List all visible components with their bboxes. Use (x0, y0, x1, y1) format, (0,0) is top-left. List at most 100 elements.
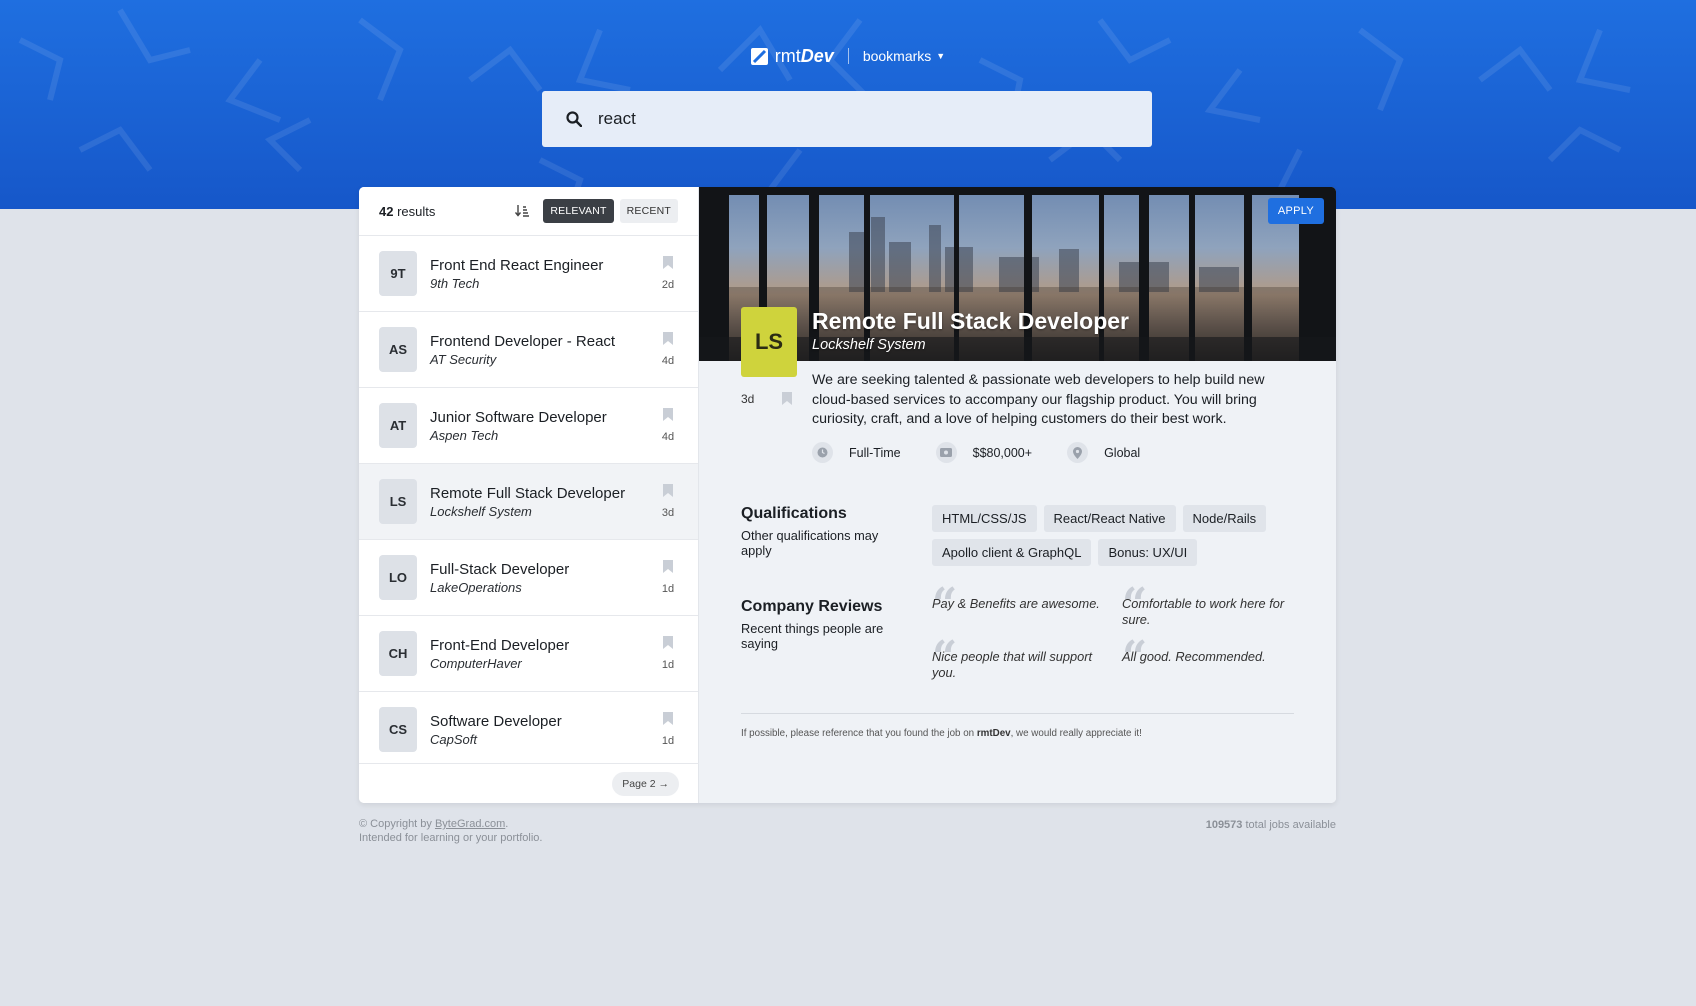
bookmark-icon[interactable] (663, 408, 673, 421)
qualification-tag: HTML/CSS/JS (932, 505, 1037, 532)
job-list-item[interactable]: LO Full-Stack Developer LakeOperations 1… (359, 539, 698, 615)
job-company: AT Security (430, 351, 497, 367)
job-meta: 1d (658, 712, 678, 747)
qualifications-section: Qualifications Other qualifications may … (741, 505, 906, 558)
bytegrad-link[interactable]: ByteGrad.com (435, 818, 505, 830)
qualification-tag: React/React Native (1043, 505, 1176, 532)
search-bar (542, 91, 1152, 147)
job-description: We are seeking talented & passionate web… (812, 372, 1265, 427)
reviews-section: Company Reviews Recent things people are… (741, 598, 906, 651)
job-list-item[interactable]: CS Software Developer CapSoft 1d (359, 691, 698, 767)
job-duration-text: Full-Time (849, 445, 901, 460)
job-company: ComputerHaver (430, 655, 522, 671)
job-location: Global (1067, 442, 1140, 463)
clock-icon (812, 442, 833, 463)
search-icon (566, 111, 582, 127)
total-jobs-count: 109573 (1205, 819, 1243, 831)
job-meta: 4d (658, 332, 678, 367)
job-title: Remote Full Stack Developer (430, 484, 626, 502)
footnote-post: , we would really appreciate it! (1010, 728, 1142, 739)
job-company: CapSoft (430, 731, 477, 747)
job-age: 1d (661, 659, 675, 671)
job-age: 3d (661, 507, 675, 519)
qualification-tag: Apollo client & GraphQL (932, 539, 1092, 566)
job-info: Software Developer CapSoft (430, 713, 645, 747)
job-list: 9T Front End React Engineer 9th Tech 2d … (359, 235, 698, 767)
sidebar-top: 42 results RELEVANT RECENT (359, 187, 698, 235)
bookmark-icon[interactable] (663, 256, 673, 269)
logo-text-bold: Dev (800, 45, 834, 66)
logo[interactable]: rmt Dev (750, 45, 834, 67)
job-age: 1d (661, 735, 675, 747)
job-salary: $$80,000+ (935, 442, 1033, 463)
qualifications-title: Qualifications (741, 505, 847, 522)
bookmarks-label: bookmarks (862, 48, 932, 64)
job-meta-row: Full-Time $$80,000+ Global (812, 442, 1140, 463)
bookmark-icon[interactable] (663, 484, 673, 497)
pagination: Page 2 → (359, 763, 699, 803)
job-meta: 2d (658, 256, 678, 291)
job-info: Remote Full Stack Developer Lockshelf Sy… (430, 485, 645, 519)
job-detail-age: 3d (741, 392, 755, 406)
main-card: 42 results RELEVANT RECENT 9T Front End … (359, 187, 1336, 803)
logo-text-light: rmt (774, 45, 801, 66)
copyright-post: . (505, 818, 509, 830)
bookmark-icon[interactable] (663, 636, 673, 649)
job-badge: LS (379, 479, 417, 524)
bookmark-icon[interactable] (663, 332, 673, 345)
review-list: “ Pay & Benefits are awesome. “ Comforta… (932, 583, 1302, 681)
job-meta: 1d (658, 560, 678, 595)
job-meta: 4d (658, 408, 678, 443)
search-input[interactable] (598, 109, 1118, 129)
apply-button[interactable]: APPLY (1267, 198, 1324, 224)
qualifications-subtitle: Other qualifications may apply (741, 528, 879, 558)
job-title: Front-End Developer (430, 636, 570, 654)
results-count: 42 results (379, 204, 435, 219)
job-salary-text: $$80,000+ (972, 445, 1033, 460)
sort-relevant-button[interactable]: RELEVANT (543, 199, 614, 223)
footer-copyright: © Copyright by ByteGrad.com. Intended fo… (359, 817, 542, 845)
money-icon (935, 442, 957, 463)
job-title: Software Developer (430, 712, 562, 730)
detail-divider (741, 713, 1294, 714)
next-page-button[interactable]: Page 2 → (612, 771, 679, 796)
job-info: Full-Stack Developer LakeOperations (430, 561, 645, 595)
bookmarks-button[interactable]: bookmarks ▼ (863, 48, 945, 64)
review-item: “ Nice people that will support you. (932, 636, 1102, 681)
job-list-item-active[interactable]: LS Remote Full Stack Developer Lockshelf… (359, 463, 698, 539)
bookmark-icon[interactable] (663, 560, 673, 573)
footer-total-jobs: 109573 total jobs available (1206, 819, 1336, 831)
job-list-item[interactable]: CH Front-End Developer ComputerHaver 1d (359, 615, 698, 691)
job-age: 4d (661, 355, 675, 367)
location-pin-icon (1067, 442, 1089, 463)
job-detail: APPLY LS Remote Full Stack Developer Loc… (699, 187, 1336, 803)
total-jobs-label: total jobs available (1245, 819, 1336, 831)
job-list-item[interactable]: AS Frontend Developer - React AT Securit… (359, 311, 698, 387)
job-list-item[interactable]: AT Junior Software Developer Aspen Tech … (359, 387, 698, 463)
qualification-tag: Bonus: UX/UI (1098, 539, 1198, 566)
header: rmt Dev bookmarks ▼ (0, 42, 1696, 70)
results-label: results (397, 203, 436, 219)
job-meta: 1d (658, 636, 678, 671)
review-item: “ Pay & Benefits are awesome. (932, 583, 1102, 628)
logo-mark-icon (750, 47, 768, 65)
bookmark-icon[interactable] (782, 392, 792, 405)
job-badge: AS (379, 327, 417, 372)
footnote-pre: If possible, please reference that you f… (741, 728, 977, 739)
job-age: 1d (661, 583, 675, 595)
sort-controls: RELEVANT RECENT (513, 199, 678, 223)
job-location-text: Global (1104, 445, 1141, 460)
copyright-line: © Copyright by ByteGrad.com. (359, 817, 542, 831)
detail-footnote: If possible, please reference that you f… (741, 728, 1142, 739)
sort-recent-button[interactable]: RECENT (619, 199, 678, 223)
job-list-item[interactable]: 9T Front End React Engineer 9th Tech 2d (359, 235, 698, 311)
job-title: Frontend Developer - React (430, 332, 616, 350)
bookmark-icon[interactable] (663, 712, 673, 725)
job-age: 4d (661, 431, 675, 443)
job-badge: CH (379, 631, 417, 676)
job-detail-badge: LS (741, 307, 797, 377)
job-title: Front End React Engineer (430, 256, 604, 274)
review-item: “ All good. Recommended. (1122, 636, 1292, 681)
job-badge: LO (379, 555, 417, 600)
sidebar: 42 results RELEVANT RECENT 9T Front End … (359, 187, 699, 803)
